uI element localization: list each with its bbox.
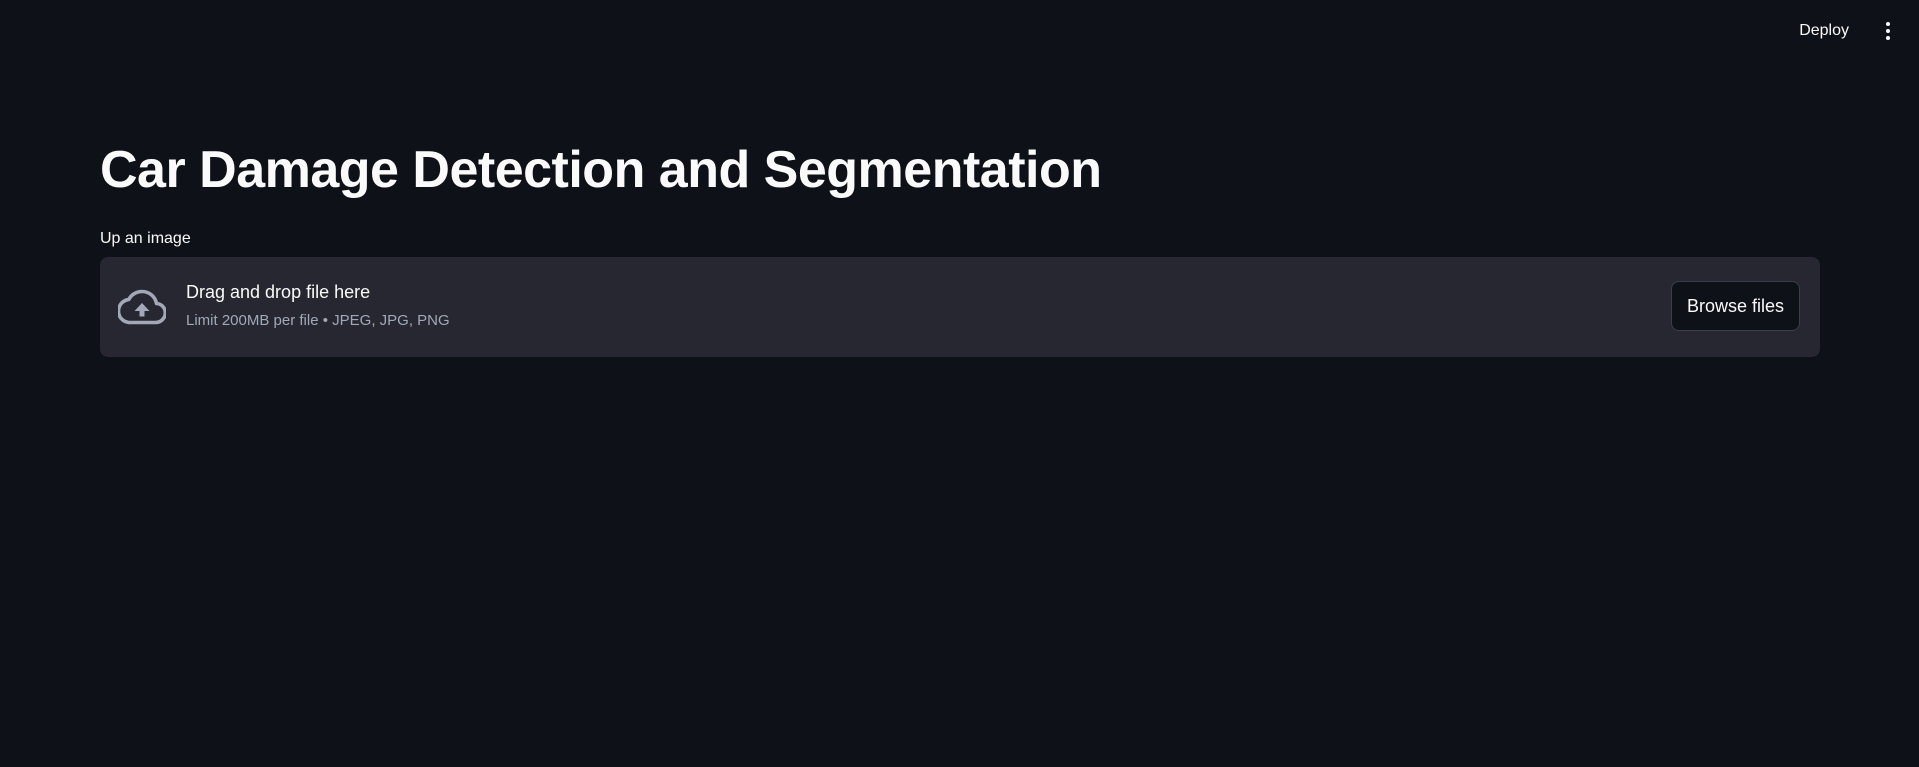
vertical-ellipsis-icon-dot: [1886, 36, 1890, 40]
main-content: Car Damage Detection and Segmentation Up…: [100, 130, 1820, 357]
app-header: Deploy: [0, 0, 1919, 62]
page-title: Car Damage Detection and Segmentation: [100, 141, 1102, 199]
dropzone-instructions: Drag and drop file here Limit 200MB per …: [186, 279, 450, 331]
dropzone-limit-text: Limit 200MB per file • JPEG, JPG, PNG: [186, 312, 450, 329]
cloud-upload-icon: [116, 287, 168, 327]
main-menu-button[interactable]: [1875, 16, 1901, 46]
file-uploader-label: Up an image: [100, 230, 191, 247]
file-dropzone[interactable]: Drag and drop file here Limit 200MB per …: [100, 257, 1820, 357]
app-root: Deploy Car Damage Detection and Segmenta…: [0, 0, 1919, 767]
dropzone-title: Drag and drop file here: [186, 282, 371, 302]
vertical-ellipsis-icon: [1886, 22, 1890, 26]
browse-files-button[interactable]: Browse files: [1670, 281, 1800, 331]
deploy-button[interactable]: Deploy: [1791, 16, 1857, 46]
vertical-ellipsis-icon-dot: [1886, 29, 1890, 33]
